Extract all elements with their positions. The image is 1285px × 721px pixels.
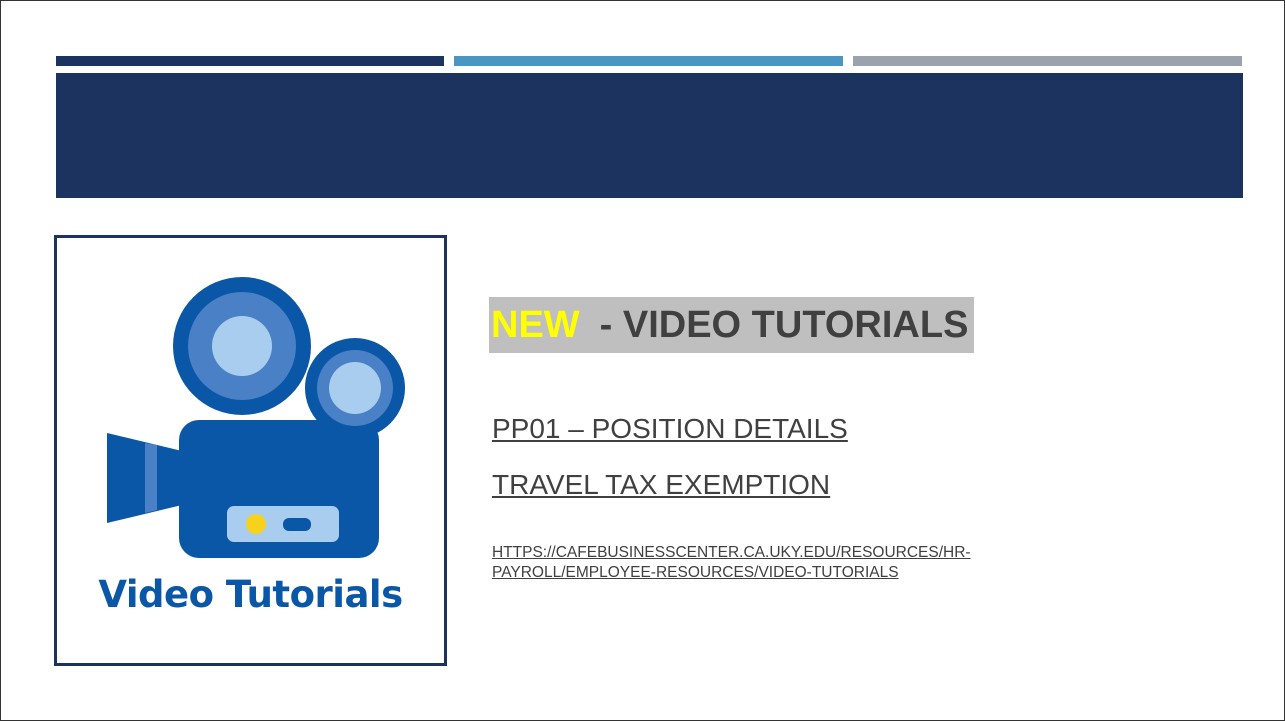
accent-bar-navy bbox=[56, 56, 444, 66]
link-travel-tax-exemption[interactable]: TRAVEL TAX EXEMPTION bbox=[492, 469, 830, 501]
new-label: NEW bbox=[491, 304, 580, 346]
headline: NEW - VIDEO TUTORIALS bbox=[489, 297, 975, 353]
url-line-1: HTTPS://CAFEBUSINESSCENTER.CA.UKY.EDU/RE… bbox=[492, 544, 971, 561]
camera-lens-hood bbox=[107, 433, 182, 523]
video-tutorials-url[interactable]: HTTPS://CAFEBUSINESSCENTER.CA.UKY.EDU/RE… bbox=[492, 543, 971, 583]
video-tutorials-image: Video Tutorials bbox=[54, 235, 447, 666]
headline-title: - VIDEO TUTORIALS bbox=[599, 304, 969, 346]
url-line-2: PAYROLL/EMPLOYEE-RESOURCES/VIDEO-TUTORIA… bbox=[492, 564, 899, 581]
accent-bar-gray bbox=[853, 56, 1242, 66]
slide: Video Tutorials NEW - VIDEO TUTORIALS PP0… bbox=[0, 0, 1285, 721]
camera-lens-hood-stripe bbox=[145, 443, 157, 513]
camera-record-dot bbox=[246, 514, 266, 534]
image-caption: Video Tutorials bbox=[98, 573, 403, 616]
accent-bar-blue bbox=[454, 56, 843, 66]
title-banner bbox=[56, 73, 1243, 198]
link-position-details[interactable]: PP01 – POSITION DETAILS bbox=[492, 413, 848, 445]
